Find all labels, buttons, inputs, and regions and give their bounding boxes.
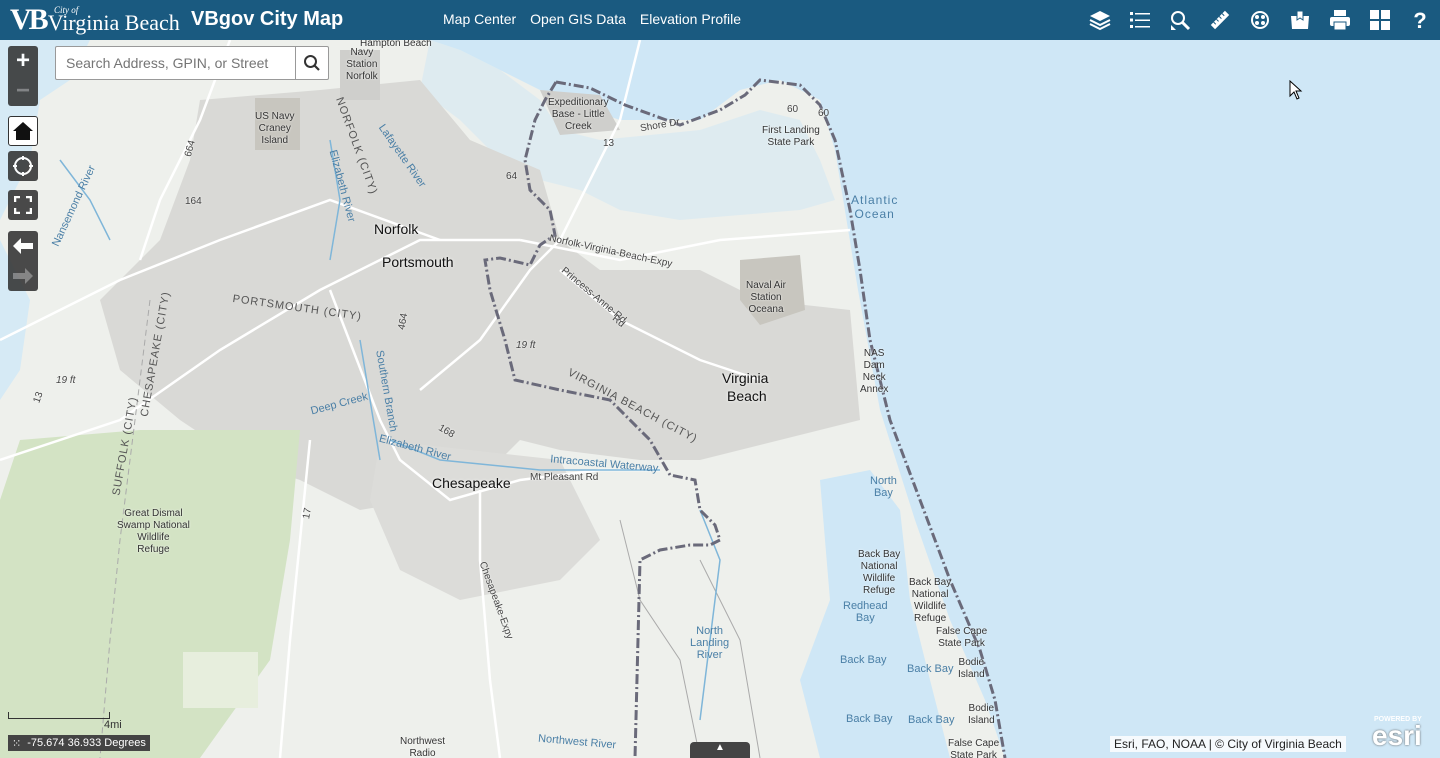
toolbar: ?: [1080, 0, 1440, 40]
label-elevation-19ft-1: 19 ft: [516, 340, 536, 351]
label-navy-station: Navy Station Norfolk: [346, 47, 378, 82]
search-input[interactable]: [56, 47, 295, 79]
caret-up-icon: ▲: [715, 742, 725, 753]
label-route-13: 13: [603, 138, 615, 149]
app-title: VBgov City Map: [191, 8, 344, 30]
label-first-landing: First Landing State Park: [762, 125, 820, 148]
previous-extent-button[interactable]: [8, 231, 38, 261]
nav-open-gis-data[interactable]: Open GIS Data: [530, 11, 626, 27]
label-bodie-island-2: Bodie Island: [968, 703, 995, 726]
header-nav: Map Center Open GIS Data Elevation Profi…: [443, 11, 741, 27]
map-view[interactable]: Norfolk Portsmouth Virginia Beach Chesap…: [0, 40, 1440, 758]
coordinate-readout[interactable]: ⁙ -75.674 36.933 Degrees: [8, 735, 150, 751]
label-expeditionary-base: Expeditionary Base - Little Creek: [548, 97, 609, 132]
coordinate-text: -75.674 36.933 Degrees: [27, 737, 146, 749]
panel-collapse-tab[interactable]: ▲: [690, 742, 750, 758]
label-chesapeake: Chesapeake: [432, 475, 511, 491]
coordinate-mode-icon[interactable]: ⁙: [12, 737, 21, 750]
layers-icon[interactable]: [1080, 0, 1120, 40]
scale-label: 4mi: [104, 719, 122, 731]
label-redhead-bay: Redhead Bay: [843, 600, 888, 624]
nav-map-center[interactable]: Map Center: [443, 11, 516, 27]
label-route-60a: 60: [787, 104, 799, 115]
fullscreen-button[interactable]: [8, 190, 38, 220]
label-elevation-19ft-2: 19 ft: [56, 375, 76, 386]
label-back-bay-nwr-1: Back Bay National Wildlife Refuge: [858, 549, 901, 596]
label-route-60b: 60: [818, 108, 830, 119]
label-back-bay-1: Back Bay: [840, 654, 887, 666]
label-back-bay-nwr-2: Back Bay National Wildlife Refuge: [909, 577, 952, 624]
label-great-dismal-swamp: Great Dismal Swamp National Wildlife Refuge: [117, 508, 190, 555]
label-us-navy-craney: US Navy Craney Island: [255, 111, 295, 146]
label-atlantic-ocean: Atlantic Ocean: [851, 193, 899, 221]
label-naval-air-station-oceana: Naval Air Station Oceana: [746, 280, 787, 315]
label-back-bay-3: Back Bay: [846, 713, 893, 725]
label-back-bay-4: Back Bay: [908, 714, 955, 726]
label-virginia: Virginia: [722, 370, 769, 386]
extent-nav: [8, 231, 38, 291]
label-portsmouth: Portsmouth: [382, 254, 454, 270]
locate-button[interactable]: [8, 151, 38, 181]
attribution: Esri, FAO, NOAA | © City of Virginia Bea…: [1110, 736, 1346, 752]
arrow-right-icon: [13, 268, 33, 284]
legend-list-icon[interactable]: [1120, 0, 1160, 40]
label-north-landing-river: North Landing River: [690, 625, 730, 661]
arrow-left-icon: [13, 238, 33, 254]
label-route-164: 164: [185, 196, 202, 207]
home-button[interactable]: [8, 116, 38, 146]
nav-elevation-profile[interactable]: Elevation Profile: [640, 11, 741, 27]
identify-search-icon[interactable]: [1160, 0, 1200, 40]
logo-vb: VB: [10, 3, 49, 36]
esri-wordmark: esri: [1372, 720, 1422, 751]
logo-city-of: City of: [54, 5, 79, 15]
label-beach: Beach: [727, 388, 767, 404]
locate-icon: [13, 156, 33, 176]
search-icon: [304, 55, 320, 71]
app-header: VB City of Virginia Beach VBgov City Map…: [0, 0, 1440, 40]
label-false-cape-2: False Cape State Park: [948, 738, 1000, 758]
label-route-17: 17: [301, 507, 314, 520]
zoom-controls: + −: [8, 46, 38, 106]
address-search: [55, 46, 329, 80]
label-route-64: 64: [506, 171, 518, 182]
bookmarks-icon[interactable]: [1280, 0, 1320, 40]
search-button[interactable]: [295, 47, 328, 79]
label-nas-dam-neck: NAS Dam Neck Annex: [860, 348, 889, 395]
svg-text:?: ?: [1413, 8, 1426, 32]
label-back-bay-2: Back Bay: [907, 663, 954, 675]
help-icon[interactable]: ?: [1400, 0, 1440, 40]
measure-ruler-icon[interactable]: [1200, 0, 1240, 40]
label-false-cape-1: False Cape State Park: [936, 626, 988, 649]
esri-logo[interactable]: POWERED BY esri: [1372, 716, 1422, 751]
city-logo[interactable]: VB City of Virginia Beach: [10, 2, 180, 38]
zoom-out-button[interactable]: −: [8, 76, 38, 106]
label-northwest-radio: Northwest Radio: [400, 736, 446, 758]
widgets-grid-icon[interactable]: [1360, 0, 1400, 40]
print-icon[interactable]: [1320, 0, 1360, 40]
mouse-cursor-icon: [1289, 79, 1303, 105]
label-mt-pleasant-rd: Mt Pleasant Rd: [530, 472, 599, 483]
home-icon: [13, 122, 33, 140]
fullscreen-icon: [14, 196, 32, 214]
basemap-gallery-icon[interactable]: [1240, 0, 1280, 40]
scale-bar: [8, 712, 110, 719]
label-norfolk: Norfolk: [374, 221, 419, 237]
label-north-bay: North Bay: [870, 475, 897, 499]
zoom-in-button[interactable]: +: [8, 46, 38, 76]
label-bodie-island-1: Bodie Island: [958, 657, 985, 680]
next-extent-button[interactable]: [8, 261, 38, 291]
label-hampton-beach: Hampton Beach: [360, 40, 432, 49]
